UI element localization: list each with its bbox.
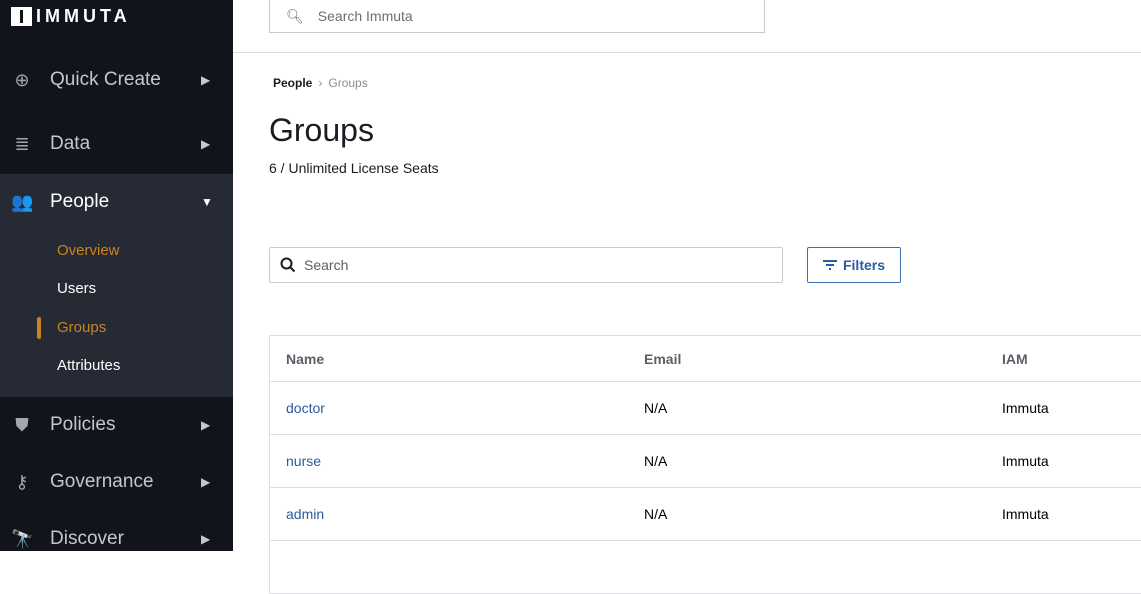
nav-label: Discover — [50, 528, 124, 549]
chevron-right-icon: › — [318, 76, 323, 90]
header-iam[interactable]: IAM — [986, 351, 1028, 367]
search-placeholder: Search Immuta — [317, 8, 413, 24]
key-icon: ⚷ — [15, 471, 29, 492]
nav-quick-create[interactable]: ⊕ Quick Create ▶ — [0, 60, 233, 100]
active-indicator — [37, 317, 41, 339]
table-header: Name Email IAM — [270, 336, 1141, 381]
database-icon: ≣ — [14, 133, 30, 154]
sidebar: IMMUTA ⊕ Quick Create ▶ ≣ Data ▶ 👥 People ▼ Ov… — [0, 0, 233, 551]
filters-label: Filters — [842, 257, 885, 273]
header-email[interactable]: Email — [628, 351, 986, 367]
nav-people[interactable]: 👥 People ▼ — [0, 182, 233, 222]
users-icon: 👥 — [11, 191, 34, 212]
group-link[interactable]: doctor — [286, 400, 325, 416]
chevron-right-icon: ▶ — [201, 137, 211, 151]
table-row: admin N/A Immuta — [270, 487, 1141, 540]
telescope-icon: 🔭 — [11, 528, 34, 549]
sub-overview[interactable]: Overview — [57, 242, 120, 259]
cell-email: N/A — [644, 453, 668, 469]
search-placeholder: Search — [304, 257, 349, 273]
groups-search-input[interactable]: Search — [269, 247, 783, 283]
group-link[interactable]: admin — [286, 506, 324, 522]
nav-label: Quick Create — [50, 69, 161, 90]
cell-iam: Immuta — [1002, 453, 1049, 469]
cell-iam: Immuta — [1002, 400, 1049, 416]
table-row: nurse N/A Immuta — [270, 434, 1141, 487]
chevron-right-icon: ▶ — [201, 475, 211, 489]
immuta-logo[interactable]: IMMUTA — [11, 6, 131, 27]
page-title: Groups — [269, 112, 374, 148]
global-search-input[interactable]: 🔍︎ Search Immuta — [269, 0, 765, 33]
nav-label: Policies — [50, 414, 116, 435]
chevron-right-icon: ▶ — [201, 532, 211, 546]
nav-governance[interactable]: ⚷ Governance ▶ — [0, 462, 233, 502]
license-seats: 6 / Unlimited License Seats — [269, 160, 439, 176]
groups-table: Name Email IAM doctor N/A Immuta nurse N… — [269, 335, 1141, 594]
filters-button[interactable]: Filters — [807, 247, 901, 283]
chevron-down-icon: ▼ — [201, 195, 213, 209]
shield-icon: ⛊ — [15, 414, 29, 435]
table-row — [270, 540, 1141, 593]
cell-iam: Immuta — [1002, 506, 1049, 522]
breadcrumb-current: Groups — [328, 76, 368, 90]
nav-data[interactable]: ≣ Data ▶ — [0, 124, 233, 164]
top-bar: 🔍︎ Search Immuta — [233, 0, 1141, 53]
search-icon — [280, 257, 296, 273]
nav-policies[interactable]: ⛊ Policies ▶ — [0, 405, 233, 445]
filter-icon — [822, 260, 837, 270]
cell-email: N/A — [644, 506, 668, 522]
plus-circle-icon: ⊕ — [14, 69, 30, 90]
search-icon: 🔍︎ — [286, 7, 304, 24]
sub-attributes[interactable]: Attributes — [57, 357, 120, 374]
breadcrumb-people[interactable]: People — [273, 76, 312, 90]
table-row: doctor N/A Immuta — [270, 381, 1141, 434]
logo-text: IMMUTA — [36, 6, 131, 26]
sub-users[interactable]: Users — [57, 280, 96, 297]
header-name[interactable]: Name — [270, 351, 628, 367]
breadcrumb: People › Groups — [273, 76, 368, 90]
sub-groups[interactable]: Groups — [57, 319, 106, 336]
chevron-right-icon: ▶ — [201, 418, 211, 432]
chevron-right-icon: ▶ — [201, 73, 211, 87]
group-link[interactable]: nurse — [286, 453, 321, 469]
nav-discover[interactable]: 🔭 Discover ▶ — [0, 519, 233, 559]
nav-label: Data — [50, 133, 91, 154]
cell-email: N/A — [644, 400, 668, 416]
nav-label: Governance — [50, 471, 154, 492]
nav-label: People — [50, 191, 110, 212]
